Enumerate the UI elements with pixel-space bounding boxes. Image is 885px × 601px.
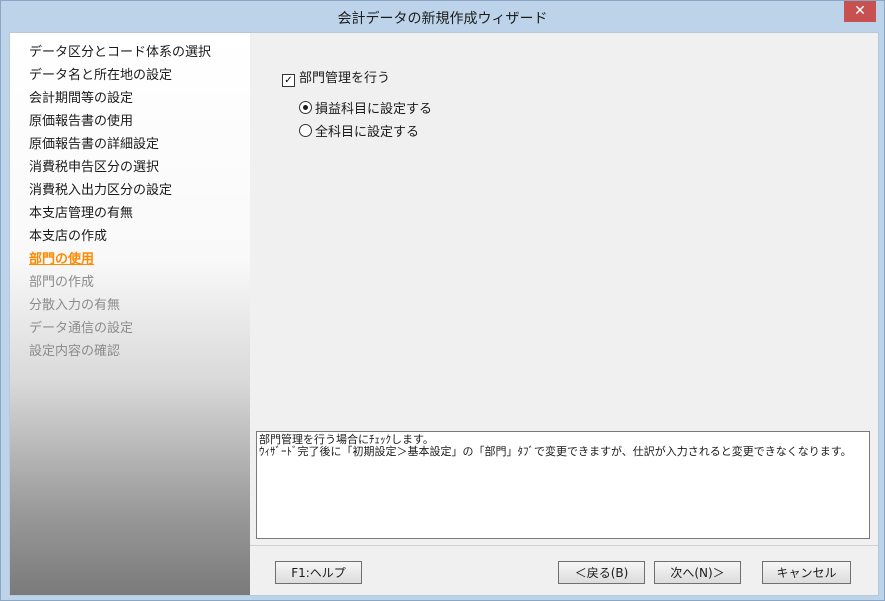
step-item-data-name: データ名と所在地の設定 bbox=[29, 68, 173, 83]
step-item-data-tsushin: データ通信の設定 bbox=[29, 321, 134, 336]
close-icon[interactable]: ✕ bbox=[844, 1, 876, 22]
client-area: データ区分とコード体系の選択 データ名と所在地の設定 会計期間等の設定 原価報告… bbox=[9, 32, 879, 596]
step-item-shouhizei-nyushutsu: 消費税入出力区分の設定 bbox=[29, 183, 173, 198]
title-bar[interactable]: 会計データの新規作成ウィザード ✕ bbox=[1, 1, 884, 32]
step-item-honshiten-umu: 本支店管理の有無 bbox=[29, 206, 134, 221]
radio-zen-kamoku[interactable]: 全科目に設定する bbox=[299, 121, 419, 140]
step-item-kaikei-kikan: 会計期間等の設定 bbox=[29, 91, 134, 106]
help-text-box: 部門管理を行う場合にﾁｪｯｸします。 ｳｨｻﾞｰﾄﾞ完了後に「初期設定＞基本設定… bbox=[256, 431, 870, 539]
help-button[interactable]: F1:ヘルプ bbox=[275, 561, 362, 584]
checkbox-check-icon[interactable]: ✓ bbox=[282, 74, 295, 87]
next-button[interactable]: 次へ(N)＞ bbox=[654, 561, 741, 584]
button-bar: F1:ヘルプ ＜戻る(B) 次へ(N)＞ キャンセル bbox=[250, 545, 878, 596]
cancel-button[interactable]: キャンセル bbox=[762, 561, 851, 584]
wizard-window: 会計データの新規作成ウィザード ✕ データ区分とコード体系の選択 データ名と所在… bbox=[0, 0, 885, 601]
radio-unselected-icon[interactable] bbox=[299, 124, 312, 137]
help-line-2: ｳｨｻﾞｰﾄﾞ完了後に「初期設定＞基本設定」の「部門」ﾀﾌﾞで変更できますが、仕… bbox=[259, 445, 852, 458]
radio-label-zen: 全科目に設定する bbox=[315, 125, 420, 140]
steps-sidebar: データ区分とコード体系の選択 データ名と所在地の設定 会計期間等の設定 原価報告… bbox=[10, 33, 250, 595]
step-item-shouhizei-shinkoku: 消費税申告区分の選択 bbox=[29, 160, 160, 175]
radio-soneki-kamoku[interactable]: 損益科目に設定する bbox=[299, 98, 432, 117]
checkbox-label: 部門管理を行う bbox=[299, 71, 391, 86]
step-item-bunsan-nyuryoku: 分散入力の有無 bbox=[29, 298, 121, 313]
step-item-bumon-sakusei: 部門の作成 bbox=[29, 275, 95, 290]
step-item-honshiten-sakusei: 本支店の作成 bbox=[29, 229, 108, 244]
step-item-genka-shiyou: 原価報告書の使用 bbox=[29, 114, 134, 129]
step-item-settei-kakunin: 設定内容の確認 bbox=[29, 344, 121, 359]
step-content: ✓ 部門管理を行う 損益科目に設定する 全科目に設定する 部門管理を行う場合にﾁｪ… bbox=[250, 33, 878, 595]
step-item-genka-shousai: 原価報告書の詳細設定 bbox=[29, 137, 160, 152]
step-item-data-kubun: データ区分とコード体系の選択 bbox=[29, 45, 212, 60]
step-item-bumon-shiyou: 部門の使用 bbox=[29, 252, 95, 267]
window-title: 会計データの新規作成ウィザード bbox=[337, 11, 548, 27]
radio-selected-icon[interactable] bbox=[299, 101, 312, 114]
bumon-kanri-checkbox[interactable]: ✓ 部門管理を行う bbox=[282, 67, 390, 87]
back-button[interactable]: ＜戻る(B) bbox=[558, 561, 645, 584]
radio-label-soneki: 損益科目に設定する bbox=[315, 102, 433, 117]
